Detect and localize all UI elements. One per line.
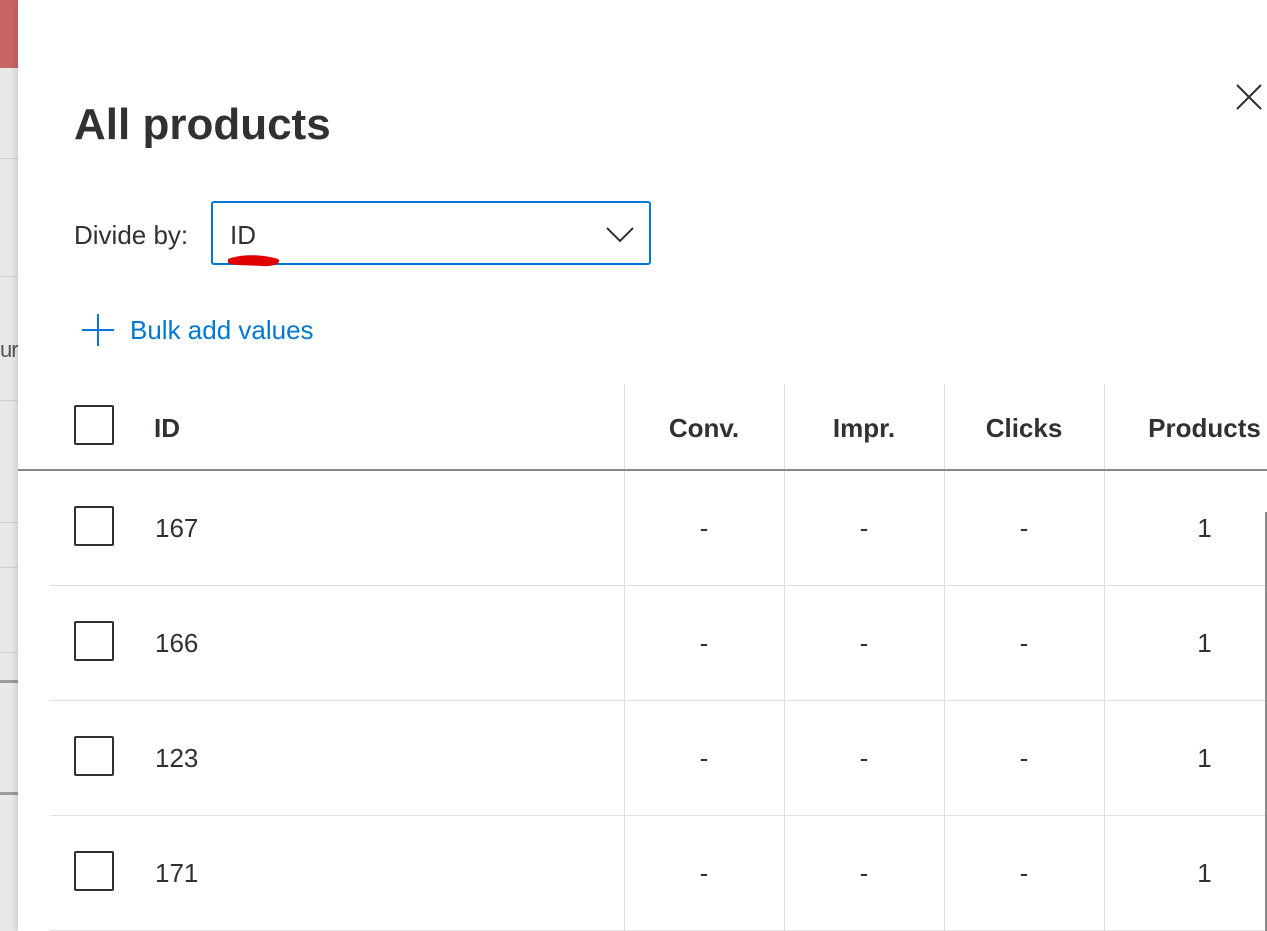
cell-id: 171 [155,858,199,888]
background-header-bar [0,0,18,68]
cell-id: 166 [155,628,199,658]
cell-id: 167 [155,513,199,543]
table-header: ID Conv. Impr. Clicks Products [18,384,1267,471]
column-header-impr[interactable]: Impr. [784,411,944,445]
background-text-fragment: ur [0,337,18,362]
background-divider [0,652,18,653]
background-divider [0,792,18,795]
cell-clicks: - [1019,858,1029,888]
table-row[interactable]: 123 - - - 1 [18,701,1267,816]
cell-clicks: - [1019,513,1029,543]
background-divider [0,158,18,159]
cell-products: 1 [1197,858,1212,888]
cell-conv: - [699,858,709,888]
cell-conv: - [699,513,709,543]
cell-conv: - [699,743,709,773]
select-all-checkbox[interactable] [74,405,114,445]
background-divider [0,522,18,523]
column-header-id[interactable]: ID [154,411,180,445]
cell-id: 123 [155,743,199,773]
divide-by-selected-value: ID [230,220,256,250]
background-page: ur [0,0,18,931]
cell-products: 1 [1197,743,1212,773]
red-annotation-mark [228,255,280,267]
cell-conv: - [699,628,709,658]
column-header-products[interactable]: Products [1104,411,1267,445]
table-row[interactable]: 171 - - - 1 [18,816,1267,931]
plus-icon [82,314,114,346]
cell-impr: - [859,628,869,658]
column-header-conv[interactable]: Conv. [624,411,784,445]
row-checkbox[interactable] [74,621,114,661]
cell-products: 1 [1197,628,1212,658]
cell-impr: - [859,513,869,543]
close-icon [1236,84,1262,110]
close-button[interactable] [1232,80,1266,114]
table-row[interactable]: 167 - - - 1 [18,471,1267,586]
panel-title: All products [74,100,331,149]
column-header-clicks[interactable]: Clicks [944,411,1104,445]
divide-by-label: Divide by: [74,220,189,250]
background-divider [0,400,18,401]
cell-clicks: - [1019,628,1029,658]
cell-impr: - [859,858,869,888]
background-divider [0,276,18,277]
table-row[interactable]: 166 - - - 1 [18,586,1267,701]
bulk-add-values-label: Bulk add values [130,315,314,345]
all-products-panel: All products Divide by: ID Bulk add valu… [18,0,1267,931]
row-checkbox[interactable] [74,851,114,891]
cell-products: 1 [1197,513,1212,543]
bulk-add-values-button[interactable]: Bulk add values [81,310,314,350]
background-divider [0,567,18,568]
row-checkbox[interactable] [74,736,114,776]
background-divider [0,680,18,683]
cell-clicks: - [1019,743,1029,773]
row-checkbox[interactable] [74,506,114,546]
chevron-down-icon [606,227,634,243]
cell-impr: - [859,743,869,773]
